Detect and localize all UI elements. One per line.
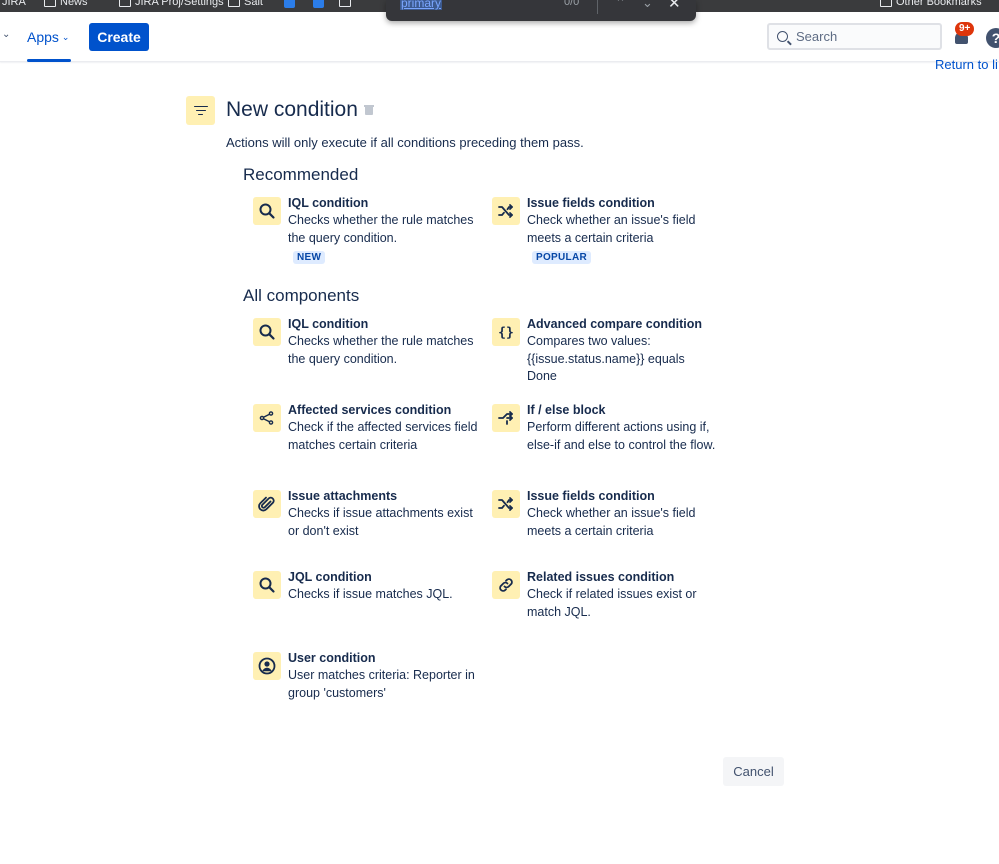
bookmark-news[interactable]: News — [44, 0, 88, 9]
notification-badge: 9+ — [955, 22, 975, 36]
find-next-icon[interactable]: ⌄ — [642, 0, 653, 11]
find-previous-icon[interactable]: ⌃ — [615, 0, 626, 11]
cancel-button[interactable]: Cancel — [723, 757, 784, 786]
search-icon — [253, 197, 281, 225]
folder-icon — [880, 0, 892, 7]
component-description: Check whether an issue's field meets a c… — [527, 506, 696, 538]
shuffle-icon — [492, 197, 520, 225]
app-icon — [284, 0, 295, 8]
component-name: Advanced compare condition — [527, 317, 703, 331]
bookmark-other[interactable]: Other Bookmarks — [880, 0, 982, 9]
component-name: Issue fields condition — [527, 489, 655, 503]
folder-icon — [44, 0, 56, 7]
help-icon[interactable]: ? — [986, 28, 999, 48]
return-link[interactable]: Return to li — [935, 57, 998, 72]
section-title-recommended: Recommended — [243, 165, 359, 184]
component-name: Related issues condition — [527, 570, 675, 584]
search-box[interactable] — [767, 23, 942, 50]
app-icon — [313, 0, 324, 8]
component-description: Check if the affected services field mat… — [288, 420, 478, 452]
paperclip-icon — [253, 490, 281, 518]
search-input[interactable] — [796, 29, 926, 44]
component-name: If / else block — [527, 403, 606, 417]
close-icon[interactable]: ✕ — [668, 0, 681, 12]
component-name: Issue fields condition — [527, 196, 655, 210]
trash-icon[interactable] — [364, 105, 374, 115]
folder-icon — [119, 0, 131, 7]
component-name: User condition — [288, 651, 376, 665]
component-name: IQL condition — [288, 317, 369, 331]
component-name: IQL condition — [288, 196, 369, 210]
bookmark-folder[interactable] — [339, 0, 351, 9]
search-icon — [253, 318, 281, 346]
component-description: User matches criteria: Reporter in group… — [288, 668, 475, 700]
search-icon — [777, 31, 788, 42]
folder-icon — [228, 0, 240, 7]
component-description: Check whether an issue's field meets a c… — [527, 213, 696, 245]
find-count: 0/0 — [564, 0, 580, 8]
bookmark-app-1[interactable] — [284, 0, 295, 9]
component-description: Checks whether the rule matches the quer… — [288, 213, 474, 245]
services-icon — [253, 404, 281, 432]
page-title: New condition — [226, 98, 358, 121]
page-subtitle: Actions will only execute if all conditi… — [226, 135, 584, 150]
apps-menu[interactable]: Apps ⌄ — [27, 12, 69, 62]
braces-icon: {} — [492, 318, 520, 346]
create-button[interactable]: Create — [89, 23, 149, 51]
search-icon — [253, 571, 281, 599]
bookmark-jira-settings[interactable]: JIRA Proj/Settings — [119, 0, 224, 9]
component-description: Compares two values: {{issue.status.name… — [527, 334, 685, 383]
popular-badge: POPULAR — [532, 251, 591, 264]
filter-icon — [186, 96, 215, 125]
component-name: Issue attachments — [288, 489, 398, 503]
find-input[interactable]: primary — [400, 0, 443, 10]
top-navigation: ⌄ Apps ⌄ Create 9+ ? — [0, 12, 999, 62]
shuffle-icon — [492, 490, 520, 518]
folder-icon — [339, 0, 351, 7]
branch-icon — [492, 404, 520, 432]
svg-text:{}: {} — [498, 326, 514, 341]
bookmark-item[interactable]: JIRA — [2, 0, 26, 9]
bookmark-app-2[interactable] — [313, 0, 324, 9]
bookmark-salt[interactable]: Salt — [228, 0, 263, 9]
user-icon — [253, 652, 281, 680]
component-description: Perform different actions using if, else… — [527, 420, 716, 452]
component-name: JQL condition — [288, 570, 372, 584]
active-tab-indicator — [27, 59, 71, 62]
component-description: Checks whether the rule matches the quer… — [288, 334, 474, 366]
apps-label: Apps — [27, 29, 59, 45]
new-badge: NEW — [293, 251, 326, 264]
component-name: Affected services condition — [288, 403, 452, 417]
component-description: Checks if issue attachments exist or don… — [288, 506, 473, 538]
chevron-down-icon[interactable]: ⌄ — [2, 29, 10, 40]
component-description: Check if related issues exist or match J… — [527, 587, 697, 619]
chevron-down-icon: ⌄ — [61, 31, 70, 42]
section-title-all-components: All components — [243, 286, 360, 305]
link-icon — [492, 571, 520, 599]
component-description: Checks if issue matches JQL. — [288, 587, 453, 601]
